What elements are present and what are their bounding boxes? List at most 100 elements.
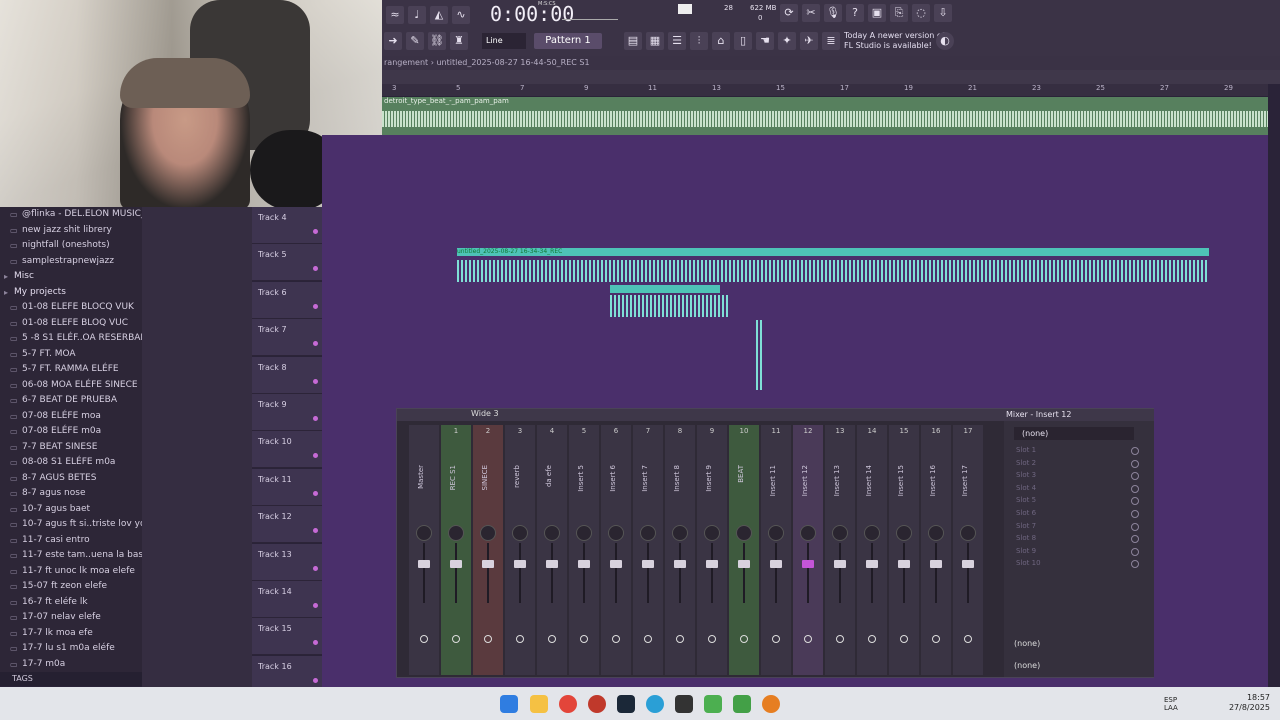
volume-fader[interactable] — [962, 560, 974, 568]
record-icon[interactable]: ✈ — [800, 32, 818, 50]
track-color-dot[interactable] — [313, 603, 318, 608]
start-icon[interactable] — [500, 695, 518, 713]
pan-knob[interactable] — [800, 525, 816, 541]
chat-icon[interactable]: ◌ — [912, 4, 930, 22]
effect-slot[interactable]: Slot 2 — [1016, 458, 1126, 469]
volume-fader[interactable] — [514, 560, 526, 568]
route-button[interactable] — [484, 635, 492, 643]
mixer-strip[interactable]: 7 Insert 7 — [633, 425, 663, 675]
slot-toggle[interactable] — [1131, 447, 1139, 455]
pan-knob[interactable] — [640, 525, 656, 541]
slot-toggle[interactable] — [1131, 547, 1139, 556]
track-color-dot[interactable] — [313, 640, 318, 646]
mixer-strip[interactable]: 8 Insert 8 — [665, 425, 695, 675]
pan-knob[interactable] — [544, 525, 560, 541]
mic-icon[interactable]: 🎙 — [824, 4, 842, 22]
slot-toggle[interactable] — [1131, 510, 1139, 518]
track-color-dot[interactable] — [313, 341, 318, 347]
route-button[interactable] — [420, 635, 428, 643]
browser-item[interactable]: 01-08 ELEFE BLOQ VUC — [0, 316, 142, 332]
pan-knob[interactable] — [832, 525, 848, 541]
arrow-icon[interactable]: ➜ — [384, 32, 402, 50]
effect-slot[interactable]: Slot 8 — [1016, 533, 1126, 544]
track-color-dot[interactable] — [313, 490, 318, 496]
effect-slot[interactable]: Slot 4 — [1016, 483, 1126, 494]
pan-knob[interactable] — [608, 525, 624, 541]
mixer-strip[interactable]: 10 BEAT — [729, 425, 759, 675]
pan-knob[interactable] — [416, 525, 432, 541]
browser-icon[interactable]: ⌂ — [712, 32, 730, 50]
browser-item[interactable]: 17-7 lk moa efe — [0, 626, 142, 642]
volume-fader[interactable] — [482, 560, 494, 568]
browser-item[interactable]: 10-7 agus ft si..triste lov you — [0, 517, 142, 533]
pan-knob[interactable] — [768, 525, 784, 541]
link-icon[interactable]: ⛓ — [428, 32, 446, 50]
route-button[interactable] — [708, 635, 716, 643]
output-select-2[interactable]: (none) — [1014, 661, 1040, 670]
browser-item[interactable]: 17-07 nelav elefe — [0, 610, 142, 626]
track-color-dot[interactable] — [313, 453, 318, 459]
mixer-strip[interactable]: 14 Insert 14 — [857, 425, 887, 675]
cut-icon[interactable]: ✂ — [802, 4, 820, 22]
track-header[interactable]: Track 4 — [252, 207, 322, 244]
pan-knob[interactable] — [928, 525, 944, 541]
language-indicator[interactable]: ESP LAA — [1164, 696, 1178, 712]
volume-fader[interactable] — [738, 560, 750, 568]
browser-item[interactable]: 10-7 agus baet — [0, 502, 142, 518]
mixer-strip[interactable]: 11 Insert 11 — [761, 425, 791, 675]
mixer-strip[interactable]: 15 Insert 15 — [889, 425, 919, 675]
mixer-strip[interactable]: 16 Insert 16 — [921, 425, 951, 675]
track-header[interactable]: Track 14 — [252, 581, 322, 618]
pan-knob[interactable] — [576, 525, 592, 541]
volume-fader[interactable] — [930, 560, 942, 568]
browser-item[interactable]: 01-08 ELEFE BLOCQ VUK — [0, 300, 142, 316]
download-icon[interactable]: ⇩ — [934, 4, 952, 22]
track-header[interactable]: Track 9 — [252, 394, 322, 431]
plugin-db-icon[interactable]: ▯ — [734, 32, 752, 50]
effect-slot[interactable]: Slot 6 — [1016, 508, 1126, 519]
pattern-select[interactable]: Pattern 1 — [534, 33, 602, 49]
effect-slot[interactable]: Slot 9 — [1016, 546, 1126, 557]
track-header[interactable]: Track 7 — [252, 319, 322, 357]
route-button[interactable] — [580, 635, 588, 643]
effect-slot[interactable]: Slot 7 — [1016, 521, 1126, 532]
browser-item[interactable]: Misc — [0, 269, 142, 285]
route-button[interactable] — [612, 635, 620, 643]
track-header[interactable]: Track 10 — [252, 431, 322, 469]
audio-clip-vertical[interactable] — [756, 320, 764, 390]
browser-item[interactable]: 8-7 AGUS BETES — [0, 471, 142, 487]
slot-toggle[interactable] — [1131, 484, 1139, 493]
route-button[interactable] — [836, 635, 844, 643]
plugin-icon[interactable]: ⎘ — [890, 4, 908, 22]
audio-clip-small[interactable] — [610, 285, 720, 293]
pan-knob[interactable] — [896, 525, 912, 541]
route-button[interactable] — [740, 635, 748, 643]
metronome-icon[interactable]: ◭ — [430, 6, 448, 24]
touch-icon[interactable]: ☚ — [756, 32, 774, 50]
draw-icon[interactable]: ✎ — [406, 32, 424, 50]
route-button[interactable] — [516, 635, 524, 643]
volume-fader[interactable] — [418, 560, 430, 568]
capcut-icon[interactable] — [675, 695, 693, 713]
wave-icon[interactable]: ≈ — [386, 6, 404, 24]
volume-fader[interactable] — [674, 560, 686, 568]
browser-item[interactable]: 08-08 S1 ELÉFE m0a — [0, 455, 142, 471]
browser-item[interactable]: 6-7 BEAT DE PRUEBA — [0, 393, 142, 409]
browser-item[interactable]: samplestrapnewjazz — [0, 254, 142, 270]
stamp-icon[interactable]: ♜ — [450, 32, 468, 50]
route-button[interactable] — [548, 635, 556, 643]
pan-knob[interactable] — [960, 525, 976, 541]
volume-fader[interactable] — [450, 560, 462, 568]
track-color-dot[interactable] — [313, 416, 318, 421]
save-icon[interactable]: ▣ — [868, 4, 886, 22]
mixer-strip[interactable]: 13 Insert 13 — [825, 425, 855, 675]
track-color-dot[interactable] — [313, 266, 318, 272]
tools-icon[interactable]: ✦ — [778, 32, 796, 50]
pianoroll-icon[interactable]: ▦ — [646, 32, 664, 50]
mixer-strip[interactable]: 2 SINECE — [473, 425, 503, 675]
timeline-ruler[interactable]: 3 5 7 9 11 13 15 17 19 21 23 25 27 29 — [382, 84, 1268, 96]
fl-studio-icon[interactable] — [704, 695, 722, 713]
pan-knob[interactable] — [672, 525, 688, 541]
track-color-dot[interactable] — [313, 677, 318, 683]
volume-fader[interactable] — [770, 560, 782, 568]
